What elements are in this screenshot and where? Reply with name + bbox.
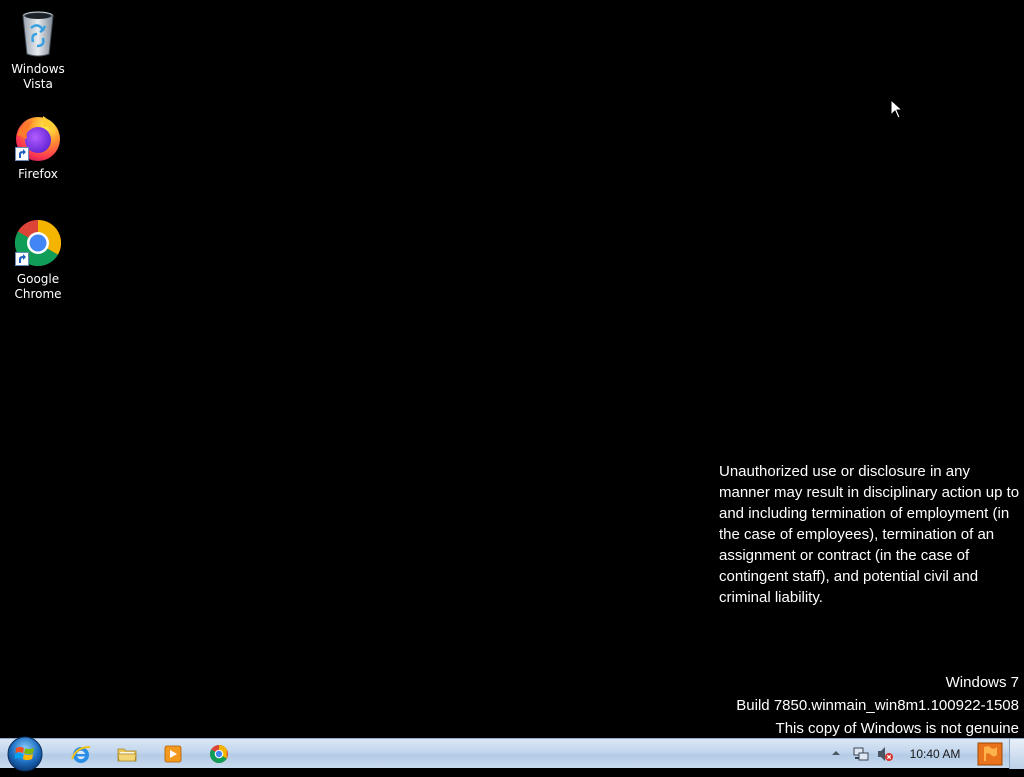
show-desktop-button[interactable] [1009, 739, 1024, 769]
desktop[interactable]: Windows Vista Firefox Google Chrome Unau… [0, 0, 1024, 738]
firefox-icon [13, 113, 63, 163]
legal-notice-text: Unauthorized use or disclosure in any ma… [719, 463, 1020, 606]
watermark-build: Build 7850.winmain_win8m1.100922-1508 [736, 697, 1019, 714]
start-button[interactable] [6, 735, 44, 773]
folder-icon [117, 748, 137, 762]
media-player-icon [164, 745, 182, 763]
action-center-flag-icon [977, 742, 1003, 766]
shortcut-arrow-icon [15, 252, 29, 266]
desktop-icon-label: Windows Vista [11, 62, 65, 91]
taskbar-google-chrome-button[interactable] [206, 742, 232, 766]
chrome-icon [13, 218, 63, 268]
taskbar: 10:40 AM [0, 736, 1024, 772]
taskbar-windows-explorer-button[interactable] [114, 742, 140, 766]
mouse-cursor-icon [890, 99, 904, 119]
show-hidden-icons-icon[interactable] [830, 746, 842, 760]
desktop-icon-google-chrome[interactable]: Google Chrome [0, 218, 76, 302]
volume-muted-icon[interactable] [876, 745, 894, 763]
desktop-icon-windows-vista[interactable]: Windows Vista [0, 8, 76, 92]
network-icon[interactable] [852, 745, 870, 763]
action-center-button[interactable] [977, 742, 1003, 766]
taskbar-media-player-button[interactable] [160, 742, 186, 766]
taskbar-clock[interactable]: 10:40 AM [902, 739, 968, 769]
desktop-icon-label: Firefox [18, 167, 58, 181]
windows-start-icon [7, 736, 43, 772]
shortcut-arrow-icon [15, 147, 29, 161]
desktop-icon-label: Google Chrome [14, 272, 62, 301]
recycle-bin-icon [13, 8, 63, 58]
watermark-genuine-notice: This copy of Windows is not genuine [775, 720, 1019, 737]
ie-icon [71, 746, 91, 763]
windows-watermark: Windows 7 Build 7850.winmain_win8m1.1009… [736, 671, 1019, 740]
desktop-icon-firefox[interactable]: Firefox [0, 113, 76, 182]
chrome-icon [209, 745, 228, 764]
watermark-os-name: Windows 7 [945, 674, 1019, 691]
taskbar-internet-explorer-button[interactable] [68, 742, 94, 766]
